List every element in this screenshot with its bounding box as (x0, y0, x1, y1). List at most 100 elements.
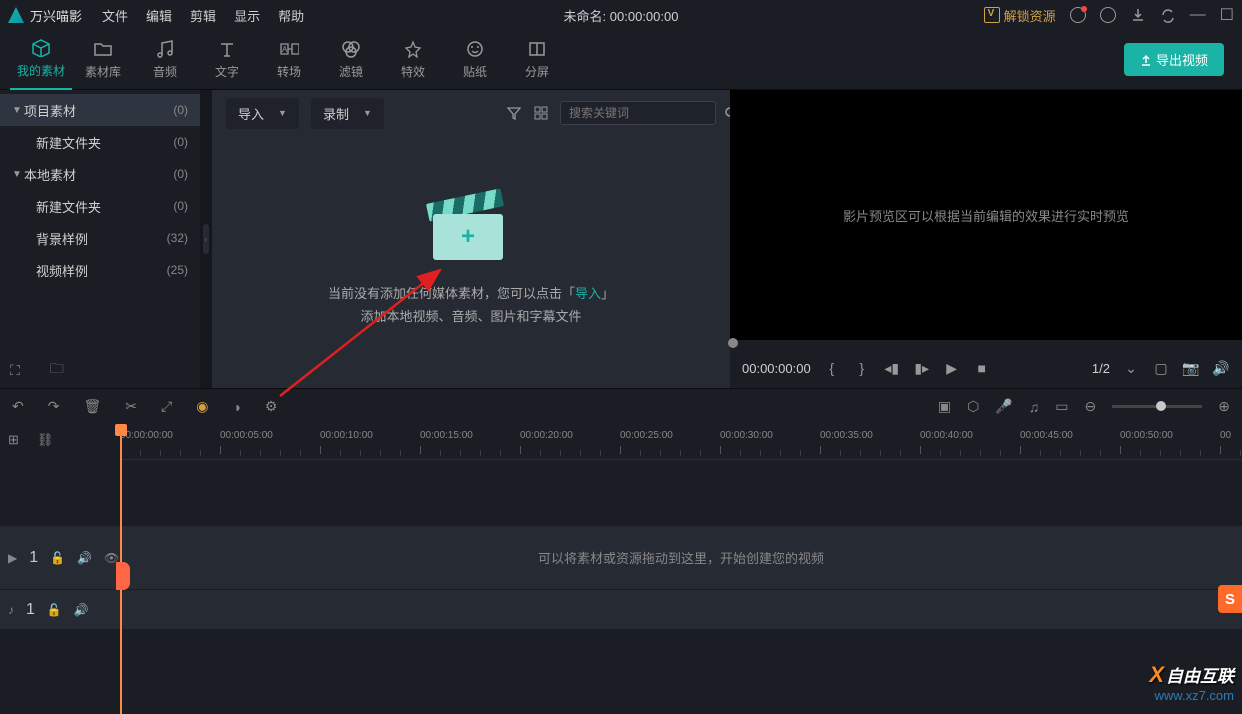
playhead-handle[interactable] (116, 562, 130, 590)
video-track[interactable]: ▶1 🔓 🔊 👁 可以将素材或资源拖动到这里，开始创建您的视频 (0, 526, 1242, 590)
record-dropdown[interactable]: 录制 ▼ (311, 98, 384, 129)
menu-help[interactable]: 帮助 (278, 6, 304, 25)
lock-icon[interactable]: 🔓 (50, 551, 65, 565)
scrubber-handle[interactable] (728, 338, 738, 348)
annotation-arrow-icon (270, 256, 470, 406)
timeline-spacer (0, 460, 1242, 526)
sidebar-item-bg-samples[interactable]: 背景样例 (32) (0, 222, 200, 254)
panel-resize-handle[interactable]: ‹ (200, 90, 212, 388)
chevron-down-icon[interactable]: ▼ (12, 169, 24, 180)
menu-view[interactable]: 显示 (234, 6, 260, 25)
stop-button[interactable]: ■ (973, 360, 991, 376)
download-icon[interactable] (1130, 7, 1146, 23)
ruler-tick: 00:00:00:00 (120, 430, 173, 441)
delete-icon[interactable]: 🗑 (83, 398, 101, 415)
chevron-down-icon[interactable]: ▼ (12, 105, 24, 116)
redo-icon[interactable]: ↷ (48, 398, 60, 415)
bracket-out-icon[interactable]: } (853, 360, 871, 376)
audio-mix-icon[interactable]: ♫ (1029, 399, 1040, 415)
volume-icon[interactable]: 🔊 (1212, 360, 1230, 377)
preview-video-area[interactable]: 影片预览区可以根据当前编辑的效果进行实时预览 (730, 90, 1242, 340)
mute-icon[interactable]: 🔊 (74, 603, 89, 617)
media-content[interactable]: + 当前没有添加任何媒体素材，您可以点击「导入」 添加本地视频、音频、图片和字幕… (212, 136, 730, 388)
tab-stickers[interactable]: 贴纸 (444, 30, 506, 90)
user-icon[interactable] (1070, 7, 1086, 23)
zoom-slider[interactable] (1112, 405, 1202, 408)
maximize-button[interactable]: ☐ (1220, 5, 1234, 25)
playhead[interactable] (120, 424, 122, 714)
snapshot-icon[interactable]: 📷 (1182, 360, 1200, 377)
mic-icon[interactable]: 🎤 (995, 398, 1012, 415)
search-input[interactable] (569, 106, 724, 120)
mute-icon[interactable]: 🔊 (77, 551, 92, 565)
import-dropdown[interactable]: 导入 ▼ (226, 98, 299, 129)
marker-add-icon[interactable]: ⬡ (967, 398, 979, 415)
sidebar-item-video-samples[interactable]: 视频样例 (25) (0, 254, 200, 286)
tab-filter[interactable]: 滤镜 (320, 30, 382, 90)
grid-view-icon[interactable] (534, 106, 548, 120)
bracket-in-icon[interactable]: { (823, 360, 841, 376)
sidebar-item-new-folder-2[interactable]: 新建文件夹 (0) (0, 190, 200, 222)
next-frame-icon[interactable]: ▮▸ (913, 360, 931, 377)
search-box[interactable] (560, 101, 716, 125)
side-badge[interactable]: S (1218, 585, 1242, 613)
sidebar-item-project-media[interactable]: ▼ 项目素材 (0) (0, 94, 200, 126)
filter-icon[interactable] (506, 106, 522, 120)
track-options-icon[interactable]: ⊞ (8, 432, 19, 448)
import-link[interactable]: 导入 (575, 286, 601, 301)
ruler-tick: 00 (1220, 430, 1231, 441)
tab-splitscreen[interactable]: 分屏 (506, 30, 568, 90)
video-track-body[interactable]: 可以将素材或资源拖动到这里，开始创建您的视频 (120, 548, 1242, 567)
cut-icon[interactable]: ✂ (125, 398, 137, 415)
adjust-icon[interactable]: ⚙ (265, 398, 278, 415)
tab-text[interactable]: 文字 (196, 30, 258, 90)
preview-ratio[interactable]: 1/2 (1092, 361, 1110, 376)
crop-icon[interactable]: ⤢ (161, 398, 172, 415)
tab-transition[interactable]: A 转场 (258, 30, 320, 90)
zoom-in-icon[interactable]: ⊕ (1218, 398, 1230, 415)
undo-icon[interactable]: ↶ (12, 398, 24, 415)
preview-scrubber[interactable] (730, 340, 1242, 348)
tab-audio[interactable]: 音频 (134, 30, 196, 90)
unlock-resources-button[interactable]: 解锁资源 (984, 6, 1056, 25)
zoom-out-icon[interactable]: ⊖ (1085, 398, 1097, 415)
record-screen-icon[interactable]: ▣ (938, 398, 951, 415)
chevron-down-icon[interactable]: ⌄ (1122, 360, 1140, 377)
zoom-handle[interactable] (1156, 401, 1166, 411)
ruler-tick: 00:00:50:00 (1120, 430, 1173, 441)
import-label: 导入 (238, 104, 264, 123)
box-icon (31, 38, 51, 58)
play-button[interactable]: ▶ (943, 360, 961, 377)
expand-icon[interactable]: ⛶ (10, 362, 20, 379)
tab-library[interactable]: 素材库 (72, 30, 134, 90)
sidebar: ▼ 项目素材 (0) 新建文件夹 (0) ▼ 本地素材 (0) 新建文件夹 (0… (0, 90, 200, 388)
link-icon[interactable]: ⛓ (37, 432, 54, 448)
sidebar-label: 新建文件夹 (36, 133, 173, 152)
sidebar-item-local-media[interactable]: ▼ 本地素材 (0) (0, 158, 200, 190)
export-video-button[interactable]: 导出视频 (1124, 43, 1224, 76)
refresh-icon[interactable] (1160, 7, 1176, 23)
menu-file[interactable]: 文件 (102, 6, 128, 25)
watermark-url: www.xz7.com (1149, 688, 1234, 703)
color-icon[interactable]: ◑ (232, 399, 240, 415)
menu-edit[interactable]: 编辑 (146, 6, 172, 25)
audio-track[interactable]: ♪1 🔓 🔊 (0, 590, 1242, 630)
timeline-ruler[interactable]: 00:00:00:0000:00:05:0000:00:10:0000:00:1… (120, 424, 1242, 460)
tab-my-media[interactable]: 我的素材 (10, 30, 72, 90)
tab-effects[interactable]: 特效 (382, 30, 444, 90)
svg-text:A: A (282, 45, 288, 54)
caption-icon[interactable]: ▭ (1055, 398, 1068, 415)
menu-clip[interactable]: 剪辑 (190, 6, 216, 25)
feedback-icon[interactable] (1100, 7, 1116, 23)
new-folder-icon[interactable]: 🗀 (50, 358, 64, 382)
ruler-tick: 00:00:20:00 (520, 430, 573, 441)
empty-line1-after: 」 (601, 286, 614, 301)
timeline-left-controls: ⊞ ⛓ (0, 424, 120, 456)
display-icon[interactable]: ▢ (1152, 360, 1170, 377)
minimize-button[interactable]: — (1190, 6, 1206, 24)
lock-icon[interactable]: 🔓 (47, 603, 62, 617)
prev-frame-icon[interactable]: ◂▮ (883, 360, 901, 377)
clapperboard-icon[interactable]: + (433, 196, 509, 262)
speed-icon[interactable]: ◉ (196, 398, 208, 415)
sidebar-item-new-folder[interactable]: 新建文件夹 (0) (0, 126, 200, 158)
